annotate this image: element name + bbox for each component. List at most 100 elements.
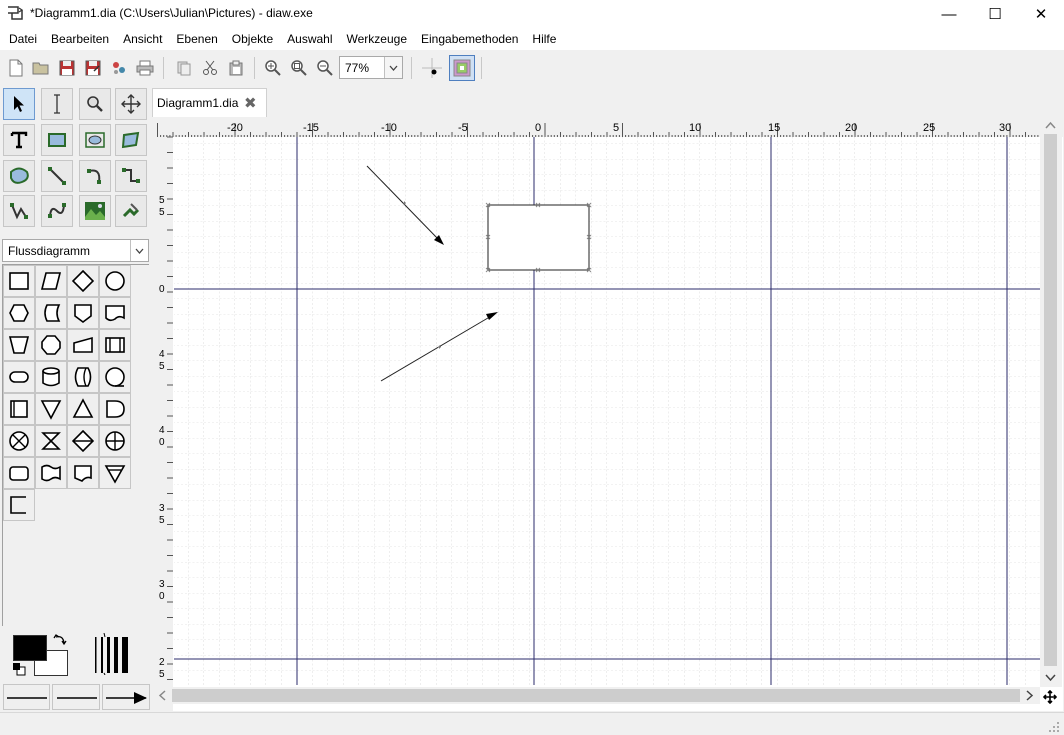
shape-terminal-hexagon[interactable] — [35, 329, 67, 361]
shape-document[interactable] — [99, 297, 131, 329]
foreground-color-swatch[interactable] — [13, 635, 47, 661]
zoom-in-button[interactable] — [262, 57, 284, 79]
sheet-dropdown-button[interactable] — [130, 240, 148, 261]
arc-tool[interactable] — [79, 160, 111, 192]
snap-to-grid-button[interactable] — [421, 57, 443, 79]
polyline-tool[interactable] — [3, 195, 35, 227]
shape-predefined-process[interactable] — [99, 329, 131, 361]
menu-werkzeuge[interactable]: Werkzeuge — [347, 32, 407, 46]
zoom-fit-button[interactable] — [288, 57, 310, 79]
reset-colors-icon[interactable] — [12, 662, 26, 676]
shape-display[interactable] — [3, 457, 35, 489]
save-as-button[interactable] — [82, 57, 104, 79]
save-button[interactable] — [56, 57, 78, 79]
zoom-out-button[interactable] — [314, 57, 336, 79]
shape-multi-document[interactable] — [67, 457, 99, 489]
shape-direct-storage[interactable] — [35, 361, 67, 393]
shape-stored-data[interactable] — [35, 297, 67, 329]
shape-delay[interactable] — [99, 393, 131, 425]
shape-delay-rounded[interactable] — [67, 361, 99, 393]
shape-connector[interactable] — [99, 265, 131, 297]
text-tool[interactable] — [3, 124, 35, 156]
shape-data-io[interactable] — [35, 265, 67, 297]
diagram-canvas-area[interactable]: -20 -15 -10 -5 0 5 10 15 20 25 30 5 5 0 … — [155, 117, 1063, 711]
close-button[interactable]: ✕ — [1018, 0, 1064, 28]
document-tab[interactable]: Diagramm1.dia ✖ — [152, 88, 267, 117]
vertical-scrollbar[interactable] — [1040, 117, 1062, 687]
paste-button[interactable] — [225, 57, 247, 79]
ellipse-tool[interactable] — [79, 124, 111, 156]
menu-ebenen[interactable]: Ebenen — [176, 32, 217, 46]
menu-objekte[interactable]: Objekte — [232, 32, 273, 46]
scroll-left-icon[interactable] — [158, 690, 168, 701]
open-button[interactable] — [30, 57, 52, 79]
horizontal-scroll-thumb[interactable] — [172, 689, 1020, 702]
shape-collate[interactable] — [35, 425, 67, 457]
copy-button[interactable] — [173, 57, 195, 79]
shape-process[interactable] — [3, 265, 35, 297]
zoom-dropdown-button[interactable] — [384, 57, 402, 78]
polygon-tool[interactable] — [115, 124, 147, 156]
magnify-tool[interactable] — [79, 88, 111, 120]
shape-card[interactable] — [67, 329, 99, 361]
menu-ansicht[interactable]: Ansicht — [123, 32, 162, 46]
shape-terminal[interactable] — [3, 361, 35, 393]
diagram-box[interactable] — [485, 202, 592, 273]
resize-grip-icon[interactable] — [1048, 721, 1060, 733]
line-style[interactable] — [52, 684, 100, 710]
text-t-icon — [10, 131, 28, 149]
cut-button[interactable] — [199, 57, 221, 79]
navigate-icon[interactable] — [1043, 690, 1057, 704]
menu-bearbeiten[interactable]: Bearbeiten — [51, 32, 109, 46]
menu-eingabemethoden[interactable]: Eingabemethoden — [421, 32, 518, 46]
zigzag-line-tool[interactable] — [115, 160, 147, 192]
maximize-button[interactable]: ☐ — [972, 0, 1018, 28]
scroll-tool[interactable] — [115, 88, 147, 120]
line-tool[interactable] — [41, 160, 73, 192]
shape-internal-storage[interactable] — [3, 393, 35, 425]
shape-merge-down[interactable] — [99, 457, 131, 489]
beziergon-tool[interactable] — [3, 160, 35, 192]
outline-tool[interactable] — [115, 195, 147, 227]
shape-extract[interactable] — [35, 393, 67, 425]
menu-auswahl[interactable]: Auswahl — [287, 32, 332, 46]
line-start-style[interactable] — [3, 684, 50, 710]
tab-close-icon[interactable]: ✖ — [244, 94, 257, 112]
zoom-fit-icon — [291, 60, 307, 76]
diagram-canvas[interactable]: -20 -15 -10 -5 0 5 10 15 20 25 30 5 5 0 … — [155, 117, 1063, 711]
image-tool[interactable] — [79, 195, 111, 227]
shape-annotation[interactable] — [3, 489, 35, 521]
box-tool[interactable] — [41, 124, 73, 156]
vertical-scroll-thumb[interactable] — [1044, 134, 1057, 666]
shape-offpage-connector[interactable] — [67, 297, 99, 329]
text-edit-tool[interactable] — [41, 88, 73, 120]
print-button[interactable] — [134, 57, 156, 79]
sheet-select[interactable]: Flussdiagramm — [2, 239, 149, 262]
line-width-icon[interactable] — [91, 633, 137, 675]
snap-to-objects-button[interactable] — [449, 55, 475, 81]
shape-preparation[interactable] — [3, 297, 35, 329]
export-button[interactable] — [108, 57, 130, 79]
line-end-style[interactable] — [102, 684, 150, 710]
new-file-button[interactable] — [5, 57, 27, 79]
shape-or-junction[interactable] — [99, 425, 131, 457]
shape-merge[interactable] — [67, 393, 99, 425]
scroll-down-icon[interactable] — [1045, 672, 1056, 682]
horizontal-scrollbar[interactable] — [155, 687, 1040, 704]
swap-colors-icon[interactable] — [53, 633, 67, 647]
menu-hilfe[interactable]: Hilfe — [532, 32, 556, 46]
scroll-up-icon[interactable] — [1045, 121, 1056, 131]
h-ruler-label: 30 — [999, 122, 1011, 134]
bezier-line-tool[interactable] — [41, 195, 73, 227]
shape-sort[interactable] — [67, 425, 99, 457]
minimize-button[interactable]: — — [926, 0, 972, 28]
menu-datei[interactable]: Datei — [9, 32, 37, 46]
zoom-combo[interactable]: 77% — [339, 56, 403, 79]
pointer-tool[interactable] — [3, 88, 35, 120]
shape-punched-tape[interactable] — [35, 457, 67, 489]
shape-manual-operation[interactable] — [3, 329, 35, 361]
scroll-right-icon[interactable] — [1024, 690, 1034, 701]
shape-decision[interactable] — [67, 265, 99, 297]
shape-summing-junction[interactable] — [3, 425, 35, 457]
shape-sequential-storage[interactable] — [99, 361, 131, 393]
